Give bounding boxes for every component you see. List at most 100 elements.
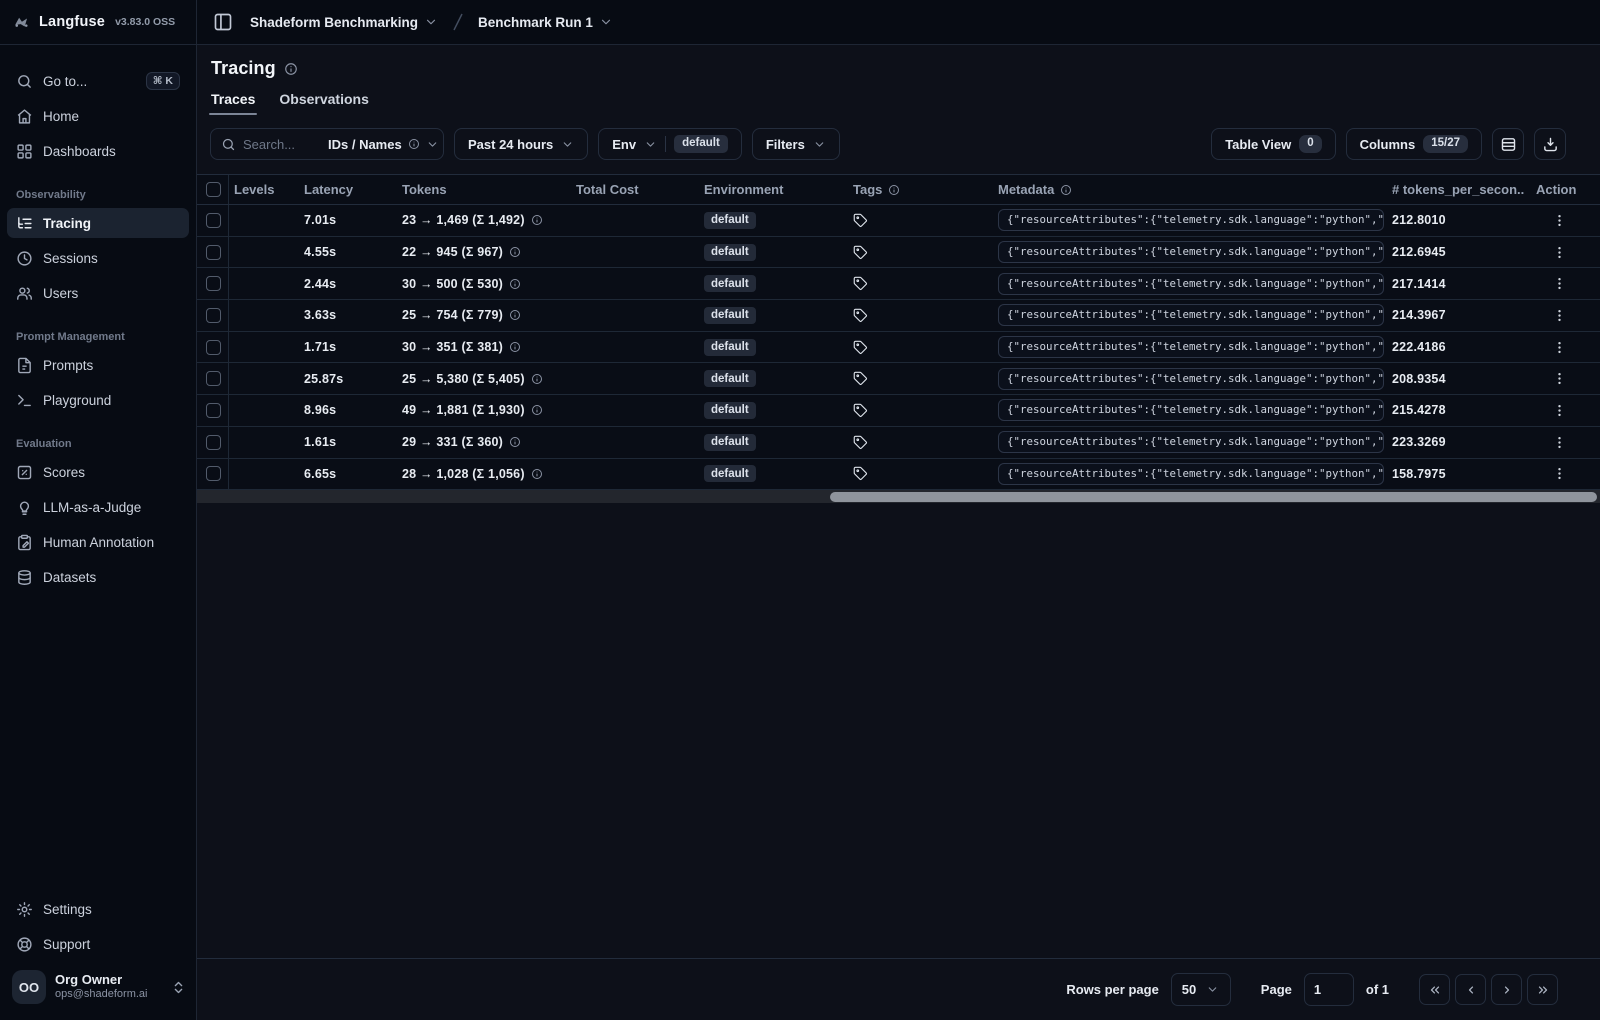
tag-icon[interactable] bbox=[853, 403, 868, 418]
export-button[interactable] bbox=[1534, 128, 1566, 160]
horizontal-scrollbar-track[interactable] bbox=[197, 490, 1600, 504]
tokens-value: 49 → 1,881 (Σ 1,930) bbox=[402, 403, 525, 418]
row-checkbox[interactable] bbox=[206, 466, 221, 482]
row-checkbox[interactable] bbox=[206, 371, 221, 387]
table-row[interactable]: 8.96s 49 → 1,881 (Σ 1,930) default {"res… bbox=[197, 395, 1600, 427]
table-row[interactable]: 2.44s 30 → 500 (Σ 530) default {"resourc… bbox=[197, 268, 1600, 301]
sidebar-item-settings[interactable]: Settings bbox=[7, 895, 189, 925]
sidebar-item-human-annotation[interactable]: Human Annotation bbox=[7, 527, 189, 557]
sidebar-item-playground[interactable]: Playground bbox=[7, 385, 189, 415]
table-row[interactable]: 25.87s 25 → 5,380 (Σ 5,405) default {"re… bbox=[197, 363, 1600, 396]
env-filter-dropdown[interactable]: Env default bbox=[598, 128, 742, 160]
environment-badge: default bbox=[704, 370, 756, 388]
tag-icon[interactable] bbox=[853, 435, 868, 450]
row-checkbox[interactable] bbox=[206, 244, 221, 260]
metadata-chip[interactable]: {"resourceAttributes":{"telemetry.sdk.la… bbox=[998, 304, 1384, 327]
table-row[interactable]: 6.65s 28 → 1,028 (Σ 1,056) default {"res… bbox=[197, 458, 1600, 491]
row-checkbox[interactable] bbox=[206, 307, 221, 323]
tab-traces[interactable]: Traces bbox=[208, 91, 258, 115]
tag-icon[interactable] bbox=[853, 245, 868, 260]
tag-icon[interactable] bbox=[853, 371, 868, 386]
kebab-menu-icon[interactable] bbox=[1552, 213, 1567, 228]
column-header-environment[interactable]: Environment bbox=[699, 182, 848, 197]
sidebar-item-tracing[interactable]: Tracing bbox=[7, 208, 189, 238]
tags-cell bbox=[848, 340, 993, 355]
metadata-chip[interactable]: {"resourceAttributes":{"telemetry.sdk.la… bbox=[998, 399, 1384, 422]
environment-cell: default bbox=[699, 401, 848, 419]
horizontal-scrollbar-thumb[interactable] bbox=[829, 491, 1597, 502]
row-checkbox[interactable] bbox=[206, 276, 221, 292]
metadata-chip[interactable]: {"resourceAttributes":{"telemetry.sdk.la… bbox=[998, 431, 1384, 454]
org-switcher[interactable]: Shadeform Benchmarking bbox=[246, 11, 442, 34]
table-view-count-badge: 0 bbox=[1299, 134, 1322, 154]
metadata-chip[interactable]: {"resourceAttributes":{"telemetry.sdk.la… bbox=[998, 272, 1384, 295]
metadata-chip[interactable]: {"resourceAttributes":{"telemetry.sdk.la… bbox=[998, 367, 1384, 390]
tag-icon[interactable] bbox=[853, 213, 868, 228]
kebab-menu-icon[interactable] bbox=[1552, 308, 1567, 323]
table-view-button[interactable]: Table View 0 bbox=[1211, 128, 1336, 160]
column-header-levels[interactable]: Levels bbox=[229, 182, 299, 197]
row-checkbox[interactable] bbox=[206, 402, 221, 418]
sidebar-item-scores[interactable]: Scores bbox=[7, 457, 189, 487]
tab-observations[interactable]: Observations bbox=[279, 91, 368, 115]
kebab-menu-icon[interactable] bbox=[1552, 245, 1567, 260]
tokens-value: 25 → 5,380 (Σ 5,405) bbox=[402, 371, 525, 386]
column-header-total-cost[interactable]: Total Cost bbox=[571, 182, 699, 197]
row-checkbox[interactable] bbox=[206, 339, 221, 355]
clipboard-pen-icon bbox=[16, 534, 33, 551]
time-range-dropdown[interactable]: Past 24 hours bbox=[454, 128, 589, 160]
kebab-menu-icon[interactable] bbox=[1552, 403, 1567, 418]
kebab-menu-icon[interactable] bbox=[1552, 371, 1567, 386]
search-mode-dropdown[interactable]: IDs / Names bbox=[328, 137, 439, 152]
page-number-input[interactable] bbox=[1303, 973, 1354, 1006]
sidebar-item-home[interactable]: Home bbox=[7, 101, 189, 131]
table-row[interactable]: 3.63s 25 → 754 (Σ 779) default {"resourc… bbox=[197, 300, 1600, 332]
next-page-button[interactable] bbox=[1491, 974, 1522, 1005]
row-checkbox[interactable] bbox=[206, 434, 221, 450]
kebab-menu-icon[interactable] bbox=[1552, 276, 1567, 291]
goto-search[interactable]: Go to... ⌘ K bbox=[7, 66, 189, 96]
user-menu[interactable]: OO Org Owner ops@shadeform.ai bbox=[0, 962, 196, 1020]
sidebar-item-datasets[interactable]: Datasets bbox=[7, 562, 189, 592]
sidebar-item-dashboards[interactable]: Dashboards bbox=[7, 136, 189, 166]
first-page-button[interactable] bbox=[1419, 974, 1450, 1005]
select-all-checkbox[interactable] bbox=[206, 182, 221, 197]
tag-icon[interactable] bbox=[853, 466, 868, 481]
column-header-latency[interactable]: Latency bbox=[299, 182, 397, 197]
previous-page-button[interactable] bbox=[1455, 974, 1486, 1005]
sidebar-item-sessions[interactable]: Sessions bbox=[7, 243, 189, 273]
sidebar-item-users[interactable]: Users bbox=[7, 278, 189, 308]
column-header-tokens[interactable]: Tokens bbox=[397, 182, 571, 197]
metadata-chip[interactable]: {"resourceAttributes":{"telemetry.sdk.la… bbox=[998, 209, 1384, 232]
metadata-chip[interactable]: {"resourceAttributes":{"telemetry.sdk.la… bbox=[998, 462, 1384, 485]
kebab-menu-icon[interactable] bbox=[1552, 340, 1567, 355]
tag-icon[interactable] bbox=[853, 340, 868, 355]
kebab-menu-icon[interactable] bbox=[1552, 435, 1567, 450]
column-header-tokens-per-second[interactable]: # tokens_per_secon... bbox=[1387, 182, 1524, 197]
columns-button[interactable]: Columns 15/27 bbox=[1345, 128, 1482, 160]
project-switcher[interactable]: Benchmark Run 1 bbox=[474, 11, 617, 34]
table-row[interactable]: 7.01s 23 → 1,469 (Σ 1,492) default {"res… bbox=[197, 205, 1600, 237]
table-row[interactable]: 4.55s 22 → 945 (Σ 967) default {"resourc… bbox=[197, 236, 1600, 269]
rows-per-page-select[interactable]: 50 bbox=[1170, 973, 1231, 1006]
tag-icon[interactable] bbox=[853, 276, 868, 291]
sidebar-item-label: Dashboards bbox=[43, 143, 116, 159]
table-row[interactable]: 1.61s 29 → 331 (Σ 360) default {"resourc… bbox=[197, 426, 1600, 459]
user-email: ops@shadeform.ai bbox=[55, 988, 148, 1001]
last-page-button[interactable] bbox=[1527, 974, 1558, 1005]
kebab-menu-icon[interactable] bbox=[1552, 466, 1567, 481]
row-checkbox[interactable] bbox=[206, 212, 221, 228]
column-header-tags[interactable]: Tags bbox=[848, 182, 993, 197]
sidebar-toggle-button[interactable] bbox=[209, 8, 237, 36]
tag-icon[interactable] bbox=[853, 308, 868, 323]
sidebar-item-llm-as-a-judge[interactable]: LLM-as-a-Judge bbox=[7, 492, 189, 522]
search-input[interactable] bbox=[243, 136, 321, 152]
metadata-chip[interactable]: {"resourceAttributes":{"telemetry.sdk.la… bbox=[998, 336, 1384, 359]
row-height-button[interactable] bbox=[1492, 128, 1524, 160]
sidebar-item-prompts[interactable]: Prompts bbox=[7, 350, 189, 380]
table-row[interactable]: 1.71s 30 → 351 (Σ 381) default {"resourc… bbox=[197, 331, 1600, 364]
sidebar-item-support[interactable]: Support bbox=[7, 930, 189, 960]
column-header-metadata[interactable]: Metadata bbox=[993, 182, 1387, 197]
filters-dropdown[interactable]: Filters bbox=[751, 128, 840, 160]
metadata-chip[interactable]: {"resourceAttributes":{"telemetry.sdk.la… bbox=[998, 241, 1384, 264]
